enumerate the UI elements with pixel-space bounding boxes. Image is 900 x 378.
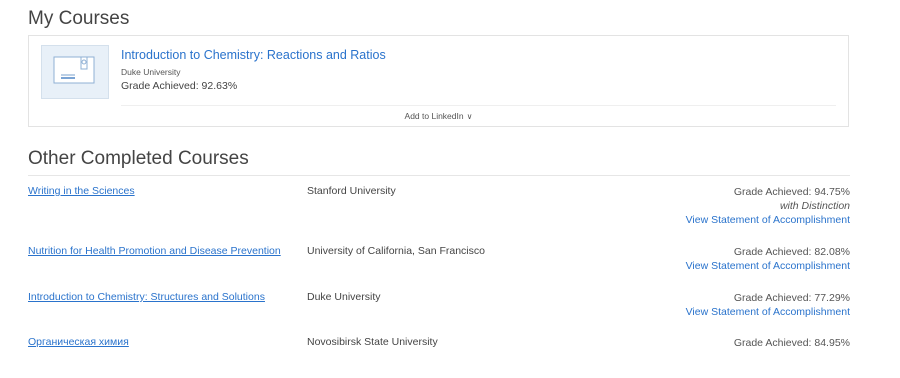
course-grade: Grade Achieved: 84.95% (733, 337, 850, 349)
other-completed-title: Other Completed Courses (28, 148, 249, 169)
course-link[interactable]: Органическая химия (28, 336, 129, 348)
course-grade: Grade Achieved: 77.29% (733, 292, 850, 304)
course-result: Grade Achieved: 82.08% View Statement of… (686, 245, 850, 273)
card-course-title-link[interactable]: Introduction to Chemistry: Reactions and… (121, 48, 386, 62)
distinction-label: with Distinction (779, 200, 850, 212)
course-thumbnail[interactable] (41, 45, 109, 99)
course-organization: University of California, San Francisco (307, 245, 485, 257)
course-result: Grade Achieved: 77.29% View Statement of… (686, 291, 850, 319)
view-statement-link[interactable]: View Statement of Accomplishment (686, 305, 850, 319)
card-divider (121, 105, 836, 106)
card-organization: Duke University (121, 67, 181, 77)
chevron-down-icon: ∨ (466, 112, 473, 121)
card-grade: Grade Achieved: 92.63% (121, 80, 238, 92)
course-link[interactable]: Introduction to Chemistry: Structures an… (28, 291, 265, 303)
course-result: Grade Achieved: 94.75% with Distinction … (686, 185, 850, 227)
course-link[interactable]: Nutrition for Health Promotion and Disea… (28, 245, 281, 257)
course-organization: Duke University (307, 291, 381, 303)
view-statement-link[interactable]: View Statement of Accomplishment (686, 213, 850, 227)
course-grade: Grade Achieved: 94.75% (733, 186, 850, 198)
add-to-linkedin-button[interactable]: Add to LinkedIn ∨ (29, 111, 848, 121)
course-organization: Novosibirsk State University (307, 336, 438, 348)
section-divider (28, 175, 850, 176)
course-card: Introduction to Chemistry: Reactions and… (28, 35, 849, 127)
course-grade: Grade Achieved: 82.08% (733, 246, 850, 258)
course-organization: Stanford University (307, 185, 396, 197)
view-statement-link[interactable]: View Statement of Accomplishment (686, 259, 850, 273)
accomplishments-page: My Courses Introduction to Chemistry: Re… (0, 0, 900, 378)
add-to-linkedin-label: Add to LinkedIn (404, 111, 464, 121)
my-courses-title: My Courses (28, 8, 130, 29)
certificate-icon (53, 56, 95, 84)
course-link[interactable]: Writing in the Sciences (28, 185, 135, 197)
course-result: Grade Achieved: 84.95% (734, 336, 850, 350)
